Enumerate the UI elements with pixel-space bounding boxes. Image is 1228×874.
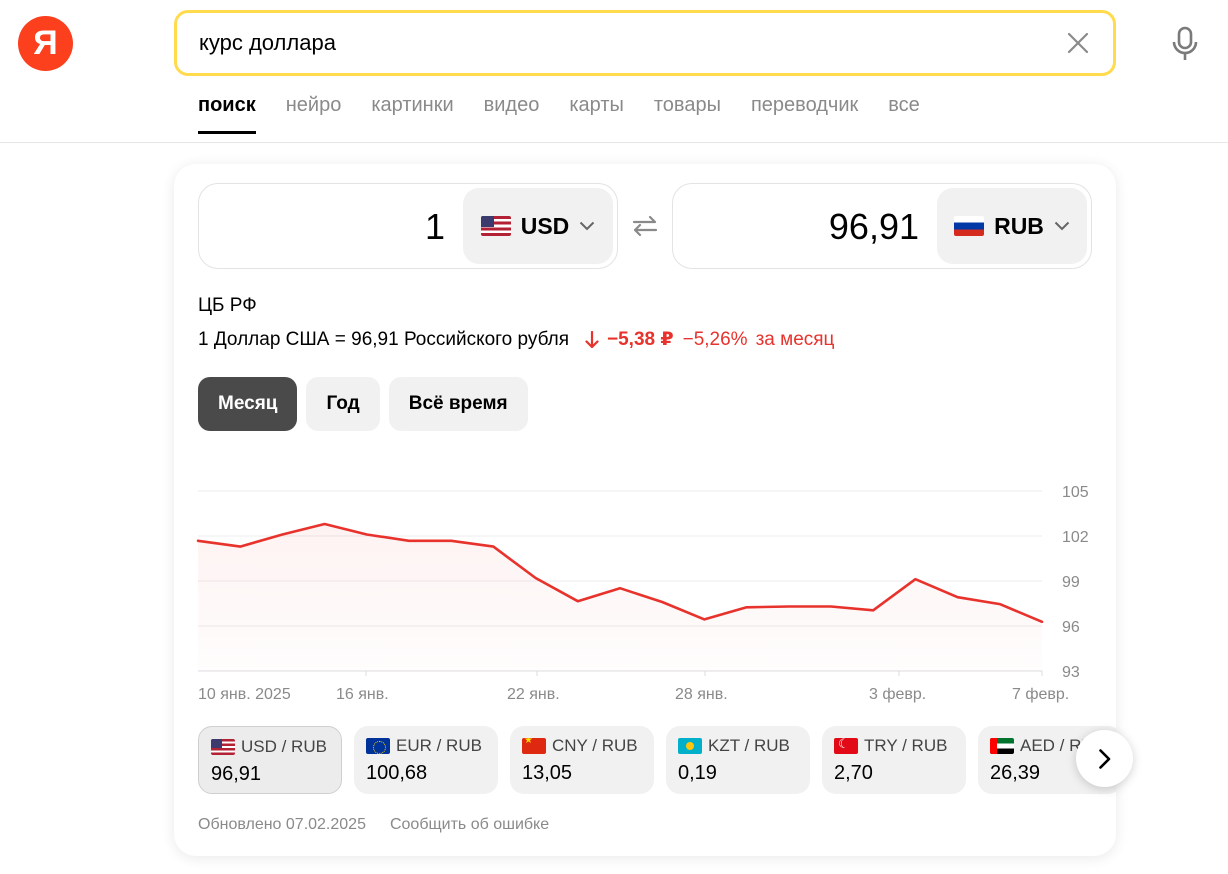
pair-value: 0,19	[678, 762, 717, 784]
updated-date: Обновлено 07.02.2025	[198, 816, 366, 833]
from-currency-code: USD	[520, 212, 570, 239]
rate-chart[interactable]: 105 102 99 96 93 10 янв. 2025 16 янв. 22 янв. 28…	[174, 454, 1116, 714]
to-currency-code: RUB	[994, 212, 1044, 239]
tabs-divider	[0, 142, 1228, 143]
tab-search[interactable]: поиск	[198, 94, 256, 134]
rate-change-abs: −5,38 ₽	[607, 329, 674, 350]
chevron-down-icon	[580, 221, 595, 231]
chevron-right-icon[interactable]	[1076, 730, 1133, 787]
tab-all[interactable]: все	[888, 94, 920, 134]
from-amount-input[interactable]: 1	[425, 184, 445, 270]
pair-kzt-rub[interactable]: KZT / RUB 0,19	[666, 726, 810, 794]
from-amount-box[interactable]: 1 USD	[198, 183, 618, 269]
tab-images[interactable]: картинки	[371, 94, 453, 134]
pair-label: CNY / RUB	[552, 736, 638, 755]
pair-try-rub[interactable]: TRY / RUB 2,70	[822, 726, 966, 794]
x-tick-label: 28 янв.	[675, 686, 728, 703]
tab-translator[interactable]: переводчик	[751, 94, 858, 134]
period-year-button[interactable]: Год	[306, 377, 380, 431]
tab-maps[interactable]: карты	[569, 94, 624, 134]
currency-pairs-carousel: USD / RUB 96,91 EUR / RUB 100,68 CNY / R…	[198, 726, 1116, 794]
microphone-icon[interactable]	[1168, 24, 1202, 64]
pair-label: USD / RUB	[241, 737, 327, 756]
close-icon[interactable]	[1063, 28, 1093, 58]
tab-video[interactable]: видео	[484, 94, 540, 134]
report-error-link[interactable]: Сообщить об ошибке	[390, 816, 549, 834]
currency-widget: 1 USD 96,91 RUB ЦБ РФ 1 Доллар США = 96,…	[174, 164, 1133, 856]
tr-flag-icon	[834, 738, 858, 754]
period-month-button[interactable]: Месяц	[198, 377, 298, 431]
rate-change-pct: −5,26%	[682, 328, 748, 350]
rate-source: ЦБ РФ	[198, 295, 257, 316]
arrow-down-icon	[585, 330, 599, 348]
from-currency-select[interactable]: USD	[463, 188, 613, 264]
chevron-down-icon	[1054, 221, 1070, 231]
period-all-time-button[interactable]: Всё время	[388, 377, 528, 431]
to-amount-input[interactable]: 96,91	[829, 184, 919, 270]
widget-footer: Обновлено 07.02.2025 Сообщить об ошибке	[198, 816, 549, 834]
pair-label: TRY / RUB	[864, 736, 948, 755]
tab-neuro[interactable]: нейро	[286, 94, 342, 134]
search-tabs: поиск нейро картинки видео карты товары …	[198, 94, 920, 134]
search-box[interactable]: курс доллара	[174, 10, 1116, 76]
ru-flag-icon	[954, 216, 985, 236]
x-tick-label: 16 янв.	[336, 686, 389, 703]
x-tick-label: 10 янв. 2025	[198, 686, 291, 703]
y-tick-label: 96	[1062, 619, 1080, 636]
rate-change-period: за месяц	[755, 328, 835, 350]
rate-change: −5,38 ₽ −5,26% за месяц	[585, 328, 834, 351]
x-tick-label: 22 янв.	[507, 686, 560, 703]
eu-flag-icon	[366, 738, 390, 754]
pair-eur-rub[interactable]: EUR / RUB 100,68	[354, 726, 498, 794]
cn-flag-icon	[522, 738, 546, 754]
us-flag-icon	[211, 739, 235, 755]
us-flag-icon	[480, 216, 511, 236]
search-input[interactable]: курс доллара	[199, 30, 1063, 56]
pair-label: KZT / RUB	[708, 736, 790, 755]
rate-line: 1 Доллар США = 96,91 Российского рубля −…	[198, 328, 834, 351]
pair-usd-rub[interactable]: USD / RUB 96,91	[198, 726, 342, 794]
y-tick-label: 102	[1062, 529, 1089, 546]
to-currency-select[interactable]: RUB	[937, 188, 1087, 264]
y-tick-label: 93	[1062, 664, 1080, 681]
period-selector: Месяц Год Всё время	[198, 377, 528, 431]
y-tick-label: 105	[1062, 484, 1089, 501]
tab-products[interactable]: товары	[654, 94, 721, 134]
pair-value: 13,05	[522, 762, 573, 784]
swap-arrows-icon[interactable]	[630, 212, 660, 240]
yandex-logo[interactable]: Я	[18, 16, 73, 71]
to-amount-box[interactable]: 96,91 RUB	[672, 183, 1092, 269]
x-tick-label: 7 февр.	[1012, 686, 1069, 703]
ae-flag-icon	[990, 738, 1014, 754]
kz-flag-icon	[678, 738, 702, 754]
pair-cny-rub[interactable]: CNY / RUB 13,05	[510, 726, 654, 794]
pair-value: 96,91	[211, 763, 262, 785]
x-tick-label: 3 февр.	[869, 686, 926, 703]
pair-label: EUR / RUB	[396, 736, 482, 755]
rate-text: 1 Доллар США = 96,91 Российского рубля	[198, 328, 570, 350]
y-tick-label: 99	[1062, 574, 1080, 591]
pair-value: 2,70	[834, 762, 873, 784]
pair-value: 100,68	[366, 762, 428, 784]
series-area	[198, 524, 1042, 671]
